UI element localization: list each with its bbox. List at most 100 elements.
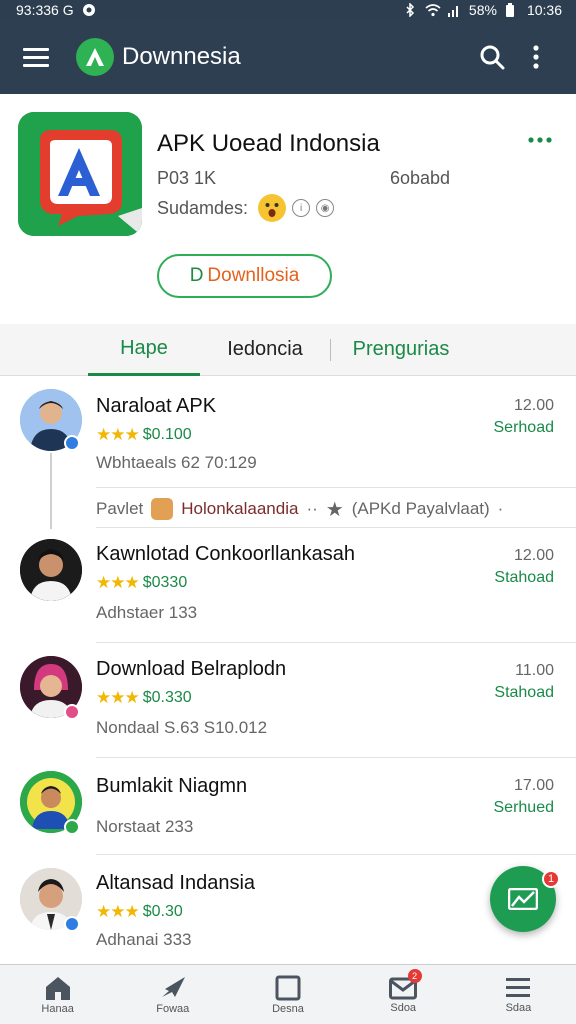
nav-badge: 2 [407,969,422,983]
tab-prengurias[interactable]: Prengurias [331,324,471,376]
list-item[interactable]: Kawnlotad Conkoorllankasah ★★★ $0330 Adh… [0,527,576,642]
sub-row[interactable]: Pavlet Holonkalaandia ·· ★ (APKd Payalvl… [96,495,566,523]
item-rating-value: $0330 [142,574,188,591]
overflow-menu-icon[interactable] [514,35,558,79]
item-action-link[interactable]: Serhued [494,799,555,817]
item-time: 11.00 [515,662,554,679]
item-meta: Adhanai 333 [96,930,192,949]
battery-text: 58% [468,2,497,18]
separator-dots: ·· [306,499,318,518]
item-rating: ★★★ $0.30 [96,902,183,922]
item-time: 12.00 [513,397,554,414]
item-meta: Adhstaer 133 [96,603,198,622]
nav-label: Sdoa [390,1001,417,1014]
item-action-link[interactable]: Stahoad [494,684,554,702]
nav-label: Fowaa [156,1002,190,1015]
avatar[interactable] [20,539,82,601]
bottom-nav: Hanaa Fowaa Desna 2 Sdoa Sdaa [0,964,576,1024]
item-title: Naraloat APK [96,395,217,417]
item-meta: Nondaal S.63 S10.012 [96,718,268,737]
item-title: Download Belraplodn [96,658,287,680]
item-action-link[interactable]: Stahoad [494,569,554,587]
app-icon[interactable] [18,112,142,236]
status-right: 58% 10:36 [403,2,562,18]
square-icon [275,975,301,1000]
item-rating: ★★★ $0.330 [96,688,192,708]
wifi-icon [425,3,441,17]
nav-item-list[interactable]: Sdaa [461,965,576,1024]
sub-row-prefix: Pavlet [96,499,144,518]
item-title: Kawnlotad Conkoorllankasah [96,543,356,565]
location-icon [82,3,96,17]
status-left: 93:336 G [16,2,96,18]
rocket-icon [161,976,185,997]
app-size: P03 1K [157,168,217,188]
status-bar: 93:336 G 58% 10:36 [0,0,576,20]
download-button-prefix: D [189,265,204,286]
app-developer: 6obabd [390,168,451,188]
more-options-icon[interactable] [528,130,552,148]
download-button[interactable]: D Downllosia [157,254,332,298]
item-rating-value: $0.330 [142,689,192,706]
signal-icon [447,3,461,17]
app-header-card: APK Uoead Indonsia P03 1K 6obabd Sudamde… [0,94,576,324]
app-logo-icon [76,38,114,76]
sub-row-highlight: Holonkalaandia [181,499,299,518]
item-rating-value: $0.30 [142,903,183,920]
list-item[interactable]: Bumlakit Niagmn Norstaat 233 17.00 Serhu… [0,757,576,854]
tab-iedoncia[interactable]: Iedoncia [200,324,330,376]
hamburger-menu-icon[interactable] [18,39,54,75]
item-title: Bumlakit Niagmn [96,775,248,797]
status-time: 10:36 [526,2,562,18]
app-bar: Downnesia [0,20,576,94]
item-meta: Norstaat 233 [96,817,194,836]
star-rating-icon: ★★★ [96,425,140,444]
star-rating-icon: ★★★ [96,902,140,921]
nav-item-mail[interactable]: 2 Sdoa [346,965,461,1024]
badge-icon [64,704,80,720]
fab-badge: 1 [542,870,560,888]
item-action-link[interactable]: Serhoad [494,419,555,437]
star-rating-icon: ★★★ [96,688,140,707]
tab-hape[interactable]: Hape [88,324,200,376]
nav-label: Desna [272,1002,304,1015]
item-title: Altansad Indansia [96,872,256,894]
app-name: APK Uoead Indonsia [157,130,380,157]
item-rating: ★★★ $0330 [96,573,187,593]
separator-dots: · [497,499,504,518]
item-rating-value: $0.100 [142,426,192,443]
tab-bar: Hape Iedoncia Prengurias [0,324,576,376]
verified-badge-icon [64,435,80,451]
star-rating-icon: ★★★ [96,573,140,592]
nav-item-home[interactable]: Hanaa [0,965,115,1024]
nav-label: Hanaa [41,1002,74,1015]
app-chip-icon [151,498,174,520]
item-meta: Wbhtaeals 62 70:129 [96,453,257,472]
app-subtitle: Sudamdes: [157,197,249,218]
star-icon: ★ [325,498,344,521]
bluetooth-icon [403,2,417,18]
list-item[interactable]: Naraloat APK ★★★ $0.100 Wbhtaeals 62 70:… [0,377,576,527]
surprised-emoji-icon [258,194,287,222]
item-rating: ★★★ $0.100 [96,425,192,445]
status-left-text: 93:336 G [16,2,74,18]
item-time: 12.00 [513,547,554,564]
search-icon[interactable] [470,35,514,79]
nav-item-rocket[interactable]: Fowaa [115,965,230,1024]
info-circle-icon[interactable]: i [292,199,311,217]
list-item[interactable]: Download Belraplodn ★★★ $0.330 Nondaal S… [0,642,576,757]
compose-fab[interactable]: 1 [490,866,560,932]
download-list: Naraloat APK ★★★ $0.100 Wbhtaeals 62 70:… [0,377,576,965]
nav-label: Sdaa [505,1001,532,1014]
mail-chart-icon [508,888,538,910]
share-circle-icon[interactable]: ◉ [316,199,335,217]
download-button-label: Downllosia [207,265,300,286]
sub-row-suffix: (APKd Payalvlaat) [351,499,490,518]
badge-icon [64,819,80,835]
list-item[interactable]: Altansad Indansia ★★★ $0.30 Adhanai 333 [0,854,576,965]
nav-item-square[interactable]: Desna [230,965,345,1024]
app-title: Downnesia [122,43,241,70]
battery-icon [505,3,519,17]
home-icon [45,976,70,1000]
app-subtitle-row: Sudamdes: i ◉ [157,194,335,222]
